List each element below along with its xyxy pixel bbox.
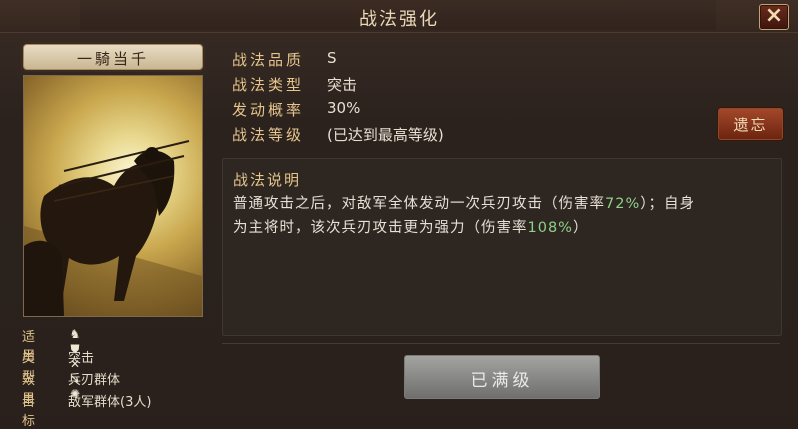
description-line1-suffix: ）；自身 [640,196,695,212]
skill-card-art [23,75,203,317]
description-panel: 战法说明 普通攻击之后，对敌军全体发动一次兵刃攻击（伤害率72%）；自身 为主将… [222,158,782,336]
info-label: 发动概率 [232,101,305,119]
max-level-button[interactable]: 已满级 [404,355,600,399]
cavalry-charge-illustration [24,140,202,316]
info-value: 30% [327,99,361,117]
max-level-button-label: 已满级 [470,371,534,391]
description-line1-prefix: 普通攻击之后，对敌军全体发动一次兵刃攻击（伤害率 [233,196,605,212]
close-icon[interactable]: × [760,3,788,28]
info-value: (已达到最高等级) [327,126,444,144]
close-button[interactable]: × [759,3,789,30]
title-bar: 战法强化 [0,0,798,33]
info-value: S [327,49,337,67]
damage-rate-value: 72% [605,196,641,212]
divider [222,343,780,344]
info-value: 突击 [327,76,358,94]
damage-rate-value: 108% [527,220,573,236]
skill-card-name: 一騎当千 [23,44,203,70]
info-label: 战法品质 [232,51,305,69]
cavalry-icon: ♞ [69,327,81,341]
forget-button[interactable]: 遗忘 [718,108,783,140]
attr-value: 敌军群体(3人) [68,395,152,410]
window-title: 战法强化 [359,9,439,30]
info-label: 战法类型 [232,76,305,94]
description-title: 战法说明 [233,171,302,189]
attr-value: 兵刃群体 [68,373,121,388]
forget-button-label: 遗忘 [733,116,768,134]
description-line2-suffix: ） [572,220,589,236]
attr-value: 突击 [68,351,95,366]
attr-label: 目标 [22,395,38,429]
info-label: 战法等级 [232,126,305,144]
skill-name: 一騎当千 [76,50,149,68]
description-text: 普通攻击之后，对敌军全体发动一次兵刃攻击（伤害率72%）；自身 为主将时，该次兵… [233,192,773,240]
description-line2-prefix: 为主将时，该次兵刃攻击更为强力（伤害率 [233,220,528,236]
